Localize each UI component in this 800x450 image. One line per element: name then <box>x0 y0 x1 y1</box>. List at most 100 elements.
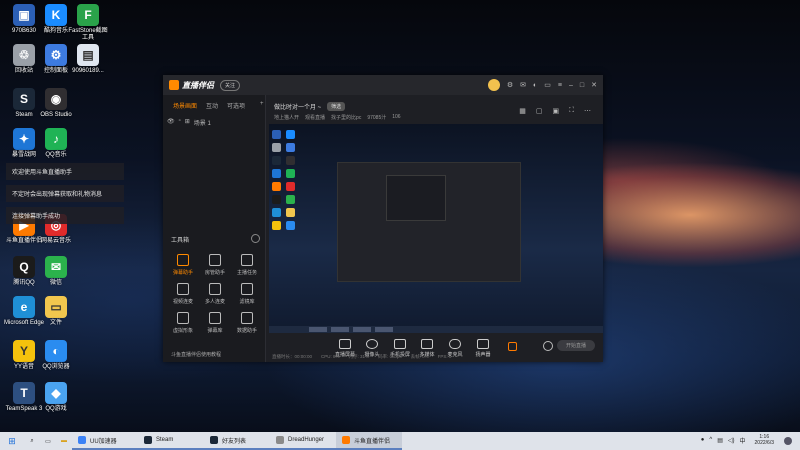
tool-label: 弹幕库 <box>207 328 223 334</box>
danmu-icon <box>177 254 189 266</box>
desktop-icon-label: 90960189... <box>72 68 104 74</box>
start-button[interactable]: ⊞ <box>0 432 24 450</box>
clock[interactable]: 1:16 2022/6/3 <box>755 434 774 446</box>
collapse-icon[interactable] <box>251 234 260 243</box>
tool-label: 数据助手 <box>236 328 257 334</box>
task-view-icon: ▭ <box>45 438 51 445</box>
status-bitrate: 码率: 0kbps <box>378 354 402 359</box>
teamspeak-icon: T <box>13 382 35 404</box>
desktop-icon-19[interactable]: ◆ QQ游戏 <box>35 382 77 413</box>
maximize-icon[interactable]: □ <box>580 82 584 89</box>
desktop-icon-label: 微信 <box>49 280 62 286</box>
desktop-icon-13[interactable]: ✉ 微信 <box>35 256 77 287</box>
screenshot-icon[interactable]: ▣ <box>552 107 559 115</box>
desktop-icon-5[interactable]: ▤ 90960189... <box>67 44 109 75</box>
speaker-button[interactable]: 扬声器 <box>468 339 498 358</box>
taskbar-item-dreadhunger[interactable]: DreadHunger <box>270 432 336 450</box>
search-button[interactable]: ⌕ <box>24 432 40 450</box>
qq-browser-icon: ◐ <box>45 340 67 362</box>
desktop-icon-label: OBS Studio <box>40 112 72 118</box>
speaker-icon <box>477 339 489 349</box>
minimize-icon[interactable]: – <box>569 82 573 89</box>
taskbar-item-friends[interactable]: 好友列表 <box>204 432 270 450</box>
toast-connected: 连接弹幕助手成功 <box>6 207 124 224</box>
taskbar-item-douyu[interactable]: 斗鱼直播伴侣 <box>336 432 402 450</box>
tool-danmu-lib[interactable]: 弹幕库 <box>199 312 231 334</box>
main-header: 做比时对一个月 ~ 筛选 <box>274 102 346 111</box>
taskbar-item-steam[interactable]: Steam <box>138 432 204 450</box>
lock-icon[interactable]: ▢ <box>536 107 543 115</box>
taskbar-item-uu[interactable]: UU加速器 <box>72 432 138 450</box>
fullscreen-icon[interactable]: ⛶ <box>569 107 574 115</box>
network-icon[interactable]: ▤ <box>717 437 723 444</box>
tool-label: 房管助手 <box>204 270 225 276</box>
skin-icon[interactable]: ◐ <box>533 82 537 89</box>
close-icon[interactable]: ✕ <box>591 81 597 89</box>
tool-label: 主播任务 <box>236 270 257 276</box>
scene-row[interactable]: 👁 ▫ ⊞ 场景 1 <box>163 110 265 127</box>
record-icon[interactable] <box>508 342 517 351</box>
tool-danmu[interactable]: 弹幕助手 <box>167 254 199 276</box>
explorer-button[interactable]: ▬ <box>56 432 72 450</box>
eye-icon[interactable]: 👁 <box>167 118 175 127</box>
phone-icon <box>394 339 406 349</box>
computer-icon: ▣ <box>13 4 35 26</box>
desktop-icon-2[interactable]: F FastStone截图工具 <box>67 4 109 42</box>
main-panel: 做比时对一个月 ~ 筛选 地上猫人开 观看直播 找子里的比pc 97085汁 1… <box>266 95 603 362</box>
lock-icon[interactable]: ▫ <box>179 118 181 127</box>
message-icon[interactable]: ▭ <box>544 81 551 89</box>
tool-room-manager[interactable]: 房管助手 <box>199 254 231 276</box>
stream-preview[interactable] <box>269 124 603 333</box>
menu-icon[interactable]: ≡ <box>558 82 562 89</box>
desktop-icon-17[interactable]: ◐ QQ浏览器 <box>35 340 77 371</box>
tool-data[interactable]: 数据助手 <box>231 312 263 334</box>
video-icon <box>177 283 189 295</box>
volume-icon[interactable]: ◁) <box>728 437 735 444</box>
share-icon[interactable]: ⋯ <box>584 107 591 115</box>
layout-icon[interactable]: ▦ <box>519 107 526 115</box>
tab-options[interactable]: 可选项 <box>227 101 245 110</box>
tool-filter[interactable]: 滤镜库 <box>231 283 263 305</box>
desktop-icon-7[interactable]: ◉ OBS Studio <box>35 88 77 119</box>
douyu-app-window: 直播伴侣 关注 ⚙ ✉ ◐ ▭ ≡ – □ ✕ 场景画面 互动 可选项 + 👁 … <box>163 75 603 362</box>
ime-icon[interactable]: 中 <box>740 436 746 445</box>
stream-title[interactable]: 做比时对一个月 ~ <box>274 102 321 111</box>
mail-icon[interactable]: ✉ <box>520 81 526 89</box>
tool-video-link[interactable]: 视频连麦 <box>167 283 199 305</box>
kugou-icon: K <box>45 4 67 26</box>
settings-icon[interactable]: ⚙ <box>507 81 513 89</box>
filter-chip[interactable]: 筛选 <box>327 102 346 111</box>
tab-interact[interactable]: 互动 <box>206 101 218 110</box>
preview-desktop-icons <box>272 130 296 230</box>
tab-scene[interactable]: 场景画面 <box>173 101 197 110</box>
control-bar: 直播屏幕 摄像头 手机投屏 多媒体 麦克风 扬声器 开始直播 直播时长：00:0… <box>266 337 603 362</box>
tool-avatar[interactable]: 虚拟形象 <box>167 312 199 334</box>
avatar[interactable] <box>487 79 500 91</box>
faststone-icon: F <box>77 4 99 26</box>
start-stream-button[interactable]: 开始直播 <box>557 340 595 351</box>
qq-game-icon: ◆ <box>45 382 67 404</box>
tool-label: 弹幕助手 <box>172 270 193 276</box>
tool-multi-link[interactable]: 多人连麦 <box>199 283 231 305</box>
tool-task[interactable]: 主播任务 <box>231 254 263 276</box>
desktop-icon-15[interactable]: ▭ 文件 <box>35 296 77 327</box>
grid-icon[interactable]: ⊞ <box>185 118 190 127</box>
scene-name: 场景 1 <box>193 121 211 127</box>
left-panel: 场景画面 互动 可选项 + 👁 ▫ ⊞ 场景 1 工具箱 弹幕助手 房管助手 主… <box>163 95 266 362</box>
search-icon: ⌕ <box>30 437 34 444</box>
steam-tray-icon[interactable]: ● <box>701 437 705 443</box>
nested-preview-window <box>337 162 521 282</box>
wechat-icon: ✉ <box>45 256 67 278</box>
task-view-button[interactable]: ▭ <box>40 432 56 450</box>
gear-icon[interactable] <box>543 341 553 351</box>
control-label: 扬声器 <box>475 352 491 358</box>
follow-button[interactable]: 关注 <box>220 79 241 91</box>
notification-icon[interactable] <box>784 437 792 445</box>
chevron-up-icon[interactable]: ^ <box>709 437 712 443</box>
left-tabs: 场景画面 互动 可选项 + <box>163 95 265 110</box>
tutorial-link[interactable]: 斗鱼直播伴侣使用教程 <box>171 351 221 358</box>
desktop-icon-label: 网易云音乐 <box>40 238 71 244</box>
sub-info-2: 找子里的比pc <box>331 115 362 121</box>
desktop-icon-9[interactable]: ♪ QQ音乐 <box>35 128 77 159</box>
add-icon[interactable]: + <box>260 101 264 110</box>
